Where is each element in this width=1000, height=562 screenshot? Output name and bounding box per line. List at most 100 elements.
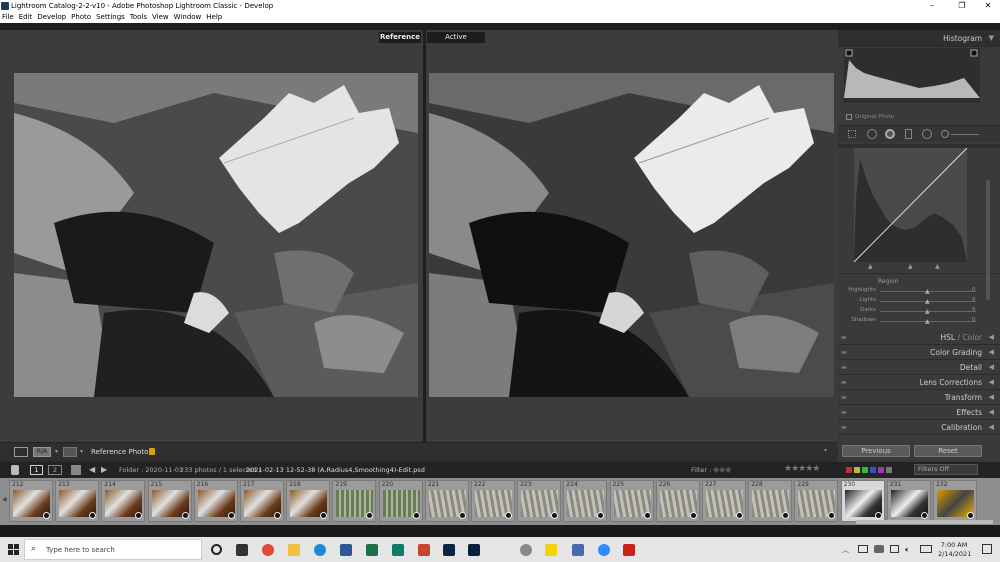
swap-dropdown-icon[interactable]: ▾ [80,447,86,457]
brush-size-slider[interactable] [951,134,979,135]
clock-time[interactable]: 7:00 AM [940,541,968,549]
expand-triangle-icon[interactable]: ◀ [989,390,994,405]
menu-view[interactable]: View [152,13,169,23]
cortana-icon[interactable] [211,544,222,555]
filmstrip-thumbnail[interactable]: 231 [886,480,931,522]
start-button[interactable] [8,544,19,555]
filmstrip-thumbnail[interactable]: 217 [240,480,284,522]
filmstrip-thumbnail[interactable]: 213 [55,480,100,522]
filmstrip-thumbnail[interactable]: 223 [517,480,562,522]
expand-triangle-icon[interactable]: ◀ [989,360,994,375]
curve-split-point-1-icon[interactable]: ▲ [868,263,873,270]
back-arrow-icon[interactable]: ◀ [89,465,95,474]
collapse-triangle-icon[interactable]: ▼ [989,30,994,47]
zoom-icon[interactable] [598,544,610,556]
swap-icon[interactable] [63,447,77,457]
panel-header-calibration[interactable]: ▬ Calibration ◀ [838,420,1000,435]
filmstrip-thumbnail[interactable]: 224 [563,480,608,522]
panel-switch-icon[interactable]: ▬ [841,405,847,420]
filmstrip-thumbnail[interactable]: 219 [332,480,377,522]
photoshop-icon[interactable] [468,544,480,556]
expand-triangle-icon[interactable]: ◀ [989,420,994,435]
acrobat-icon[interactable] [623,544,635,556]
network-icon[interactable] [858,545,868,553]
filmstrip-left-arrow-icon[interactable]: ◀ [2,496,7,503]
main-window-button[interactable]: 1 [30,465,43,475]
filmstrip-thumbnail[interactable]: 221 [424,480,469,522]
maximize-button[interactable]: ❐ [948,0,976,13]
wifi-icon[interactable] [890,545,899,553]
panel-header-effects[interactable]: ▬ Effects ◀ [838,405,1000,420]
curve-split-point-2-icon[interactable]: ▲ [908,263,913,270]
panel-header-hsl[interactable]: ▬ HSL / Color ◀ [838,330,1000,345]
filters-off-dropdown[interactable]: Filters Off [914,464,978,475]
filmstrip-thumbnail[interactable]: 229 [794,480,839,522]
filmstrip-thumbnail[interactable]: 216 [193,480,238,522]
expand-triangle-icon[interactable]: ◀ [989,345,994,360]
grid-view-icon[interactable] [71,465,81,475]
crop-icon[interactable] [848,130,856,138]
filmstrip-thumbnail[interactable]: 222 [471,480,515,522]
filmstrip-thumbnail[interactable]: 220 [378,480,423,522]
panel-switch-icon[interactable]: ▬ [841,375,847,390]
camera-icon[interactable] [520,544,532,556]
battery-icon[interactable] [920,545,932,553]
secondary-window-icon[interactable] [11,465,19,475]
before-after-dropdown-icon[interactable]: ▾ [55,447,61,457]
menu-settings[interactable]: Settings [96,13,125,23]
reference-photo[interactable] [14,73,418,397]
menu-develop[interactable]: Develop [37,13,66,23]
rating-filter-stars[interactable]: ★★★★★ [784,464,820,474]
tone-slider-thumb[interactable]: ▲ [925,308,930,315]
chrome-icon[interactable] [262,544,274,556]
menu-help[interactable]: Help [206,13,222,23]
selected-filename[interactable]: 2021-02-13 12-52-38 (A,Radius4,Smoothing… [246,466,425,474]
excel-icon[interactable] [366,544,378,556]
calculator-icon[interactable] [572,544,584,556]
previous-button[interactable]: Previous [842,445,910,457]
spot-removal-icon[interactable] [867,129,877,139]
file-explorer-icon[interactable] [288,544,300,556]
filmstrip-thumbnail[interactable]: 212 [9,480,53,522]
menu-photo[interactable]: Photo [71,13,91,23]
cloud-icon[interactable] [874,545,884,553]
loupe-view-icon[interactable] [14,447,28,457]
toolbar-dropdown-icon[interactable]: ▾ [824,447,827,454]
panel-header-lens-corrections[interactable]: ▬ Lens Corrections ◀ [838,375,1000,390]
curve-split-point-3-icon[interactable]: ▲ [935,263,940,270]
color-label-filter[interactable] [846,467,892,473]
expand-triangle-icon[interactable]: ◀ [989,375,994,390]
radial-filter-icon[interactable] [922,129,932,139]
minimize-button[interactable]: – [918,0,946,13]
panel-switch-icon[interactable]: ▬ [841,390,847,405]
filmstrip-scrollbar[interactable] [856,520,993,524]
filmstrip-thumbnail[interactable]: 227 [702,480,746,522]
show-hidden-icons-icon[interactable]: ︿ [842,545,849,555]
panel-switch-icon[interactable]: ▬ [841,360,847,375]
right-panel-scrollbar[interactable] [986,180,990,300]
tone-curve[interactable] [853,147,968,263]
word-icon[interactable] [340,544,352,556]
expand-triangle-icon[interactable]: ◀ [989,330,994,345]
panel-switch-icon[interactable]: ▬ [841,345,847,360]
menu-file[interactable]: File [2,13,14,23]
close-button[interactable]: ✕ [974,0,1000,13]
edge-icon[interactable] [314,544,326,556]
panel-switch-icon[interactable]: ▬ [841,330,847,345]
brush-icon[interactable] [941,130,949,138]
filmstrip-thumbnail[interactable]: 232 [933,480,977,522]
menu-edit[interactable]: Edit [19,13,33,23]
sticky-notes-icon[interactable] [545,544,557,556]
tone-slider-thumb[interactable]: ▲ [925,288,930,295]
before-after-icon[interactable]: R|A [33,447,51,457]
task-view-icon[interactable] [236,544,248,556]
volume-icon[interactable]: 🔈︎ [905,545,910,555]
filmstrip-thumbnail[interactable]: 214 [101,480,146,522]
filmstrip-thumbnail[interactable]: 218 [286,480,331,522]
filmstrip-thumbnail[interactable]: 226 [655,480,700,522]
reset-button[interactable]: Reset [914,445,982,457]
second-window-button[interactable]: 2 [48,465,62,475]
lightroom-icon[interactable] [443,544,455,556]
menu-tools[interactable]: Tools [130,13,147,23]
panel-header-transform[interactable]: ▬ Transform ◀ [838,390,1000,405]
